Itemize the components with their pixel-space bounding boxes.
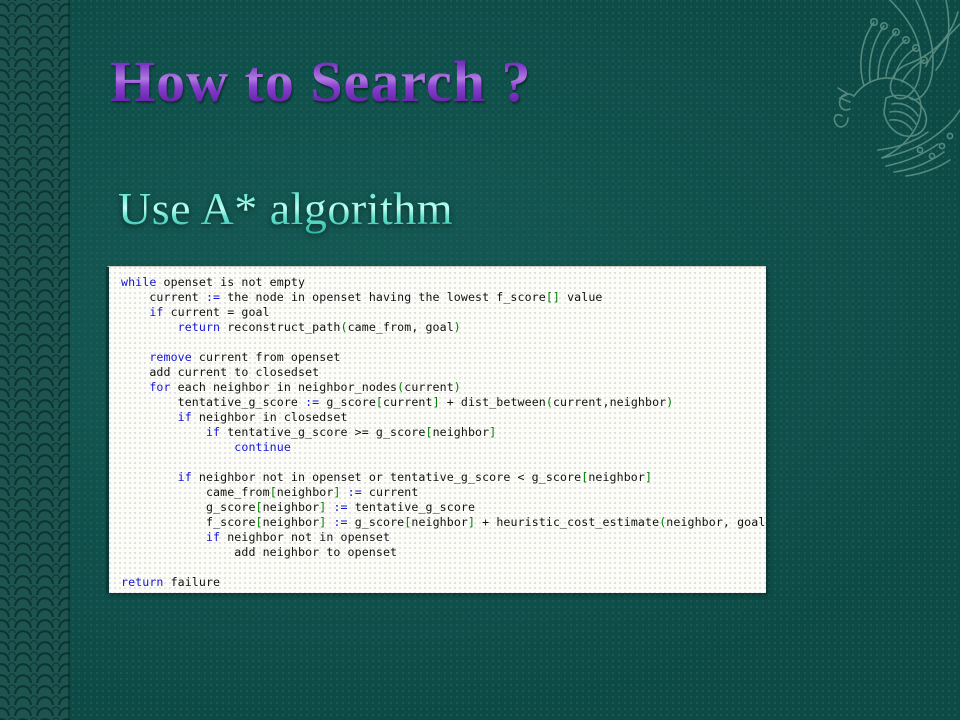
slide-title: How to Search ? — [110, 49, 532, 114]
code-token: if — [205, 425, 221, 439]
code-token: [ — [581, 470, 589, 484]
code-token: for — [149, 380, 171, 394]
code-token: [ — [269, 485, 277, 499]
code-token: ( — [397, 380, 405, 394]
code-token: ] — [489, 425, 497, 439]
code-token: := — [347, 485, 362, 499]
code-token: ( — [545, 395, 553, 409]
presentation-slide: How to Search ? Use A* algorithm while o… — [0, 0, 960, 720]
code-token: return — [177, 320, 221, 334]
code-token: ( — [659, 515, 667, 529]
pseudocode-block: while openset is not empty current := th… — [106, 266, 766, 593]
code-token: [ — [404, 515, 412, 529]
code-token: while — [121, 275, 157, 289]
code-token: := — [333, 515, 348, 529]
code-token: ] — [644, 470, 653, 484]
code-token: := — [333, 500, 348, 514]
pseudocode-text: while openset is not empty current := th… — [121, 275, 766, 590]
code-token: ) — [765, 515, 766, 529]
slide-subtitle: Use A* algorithm — [118, 183, 454, 234]
code-token: ] — [319, 500, 327, 514]
code-token: := — [205, 290, 221, 304]
code-token: ] — [319, 515, 327, 529]
code-token: ) — [453, 380, 461, 394]
peacock-floral-ornament — [833, 0, 960, 177]
code-token: ) — [666, 395, 674, 409]
code-token: remove — [149, 350, 192, 364]
code-token: ] — [333, 485, 341, 499]
code-token: [ — [255, 515, 263, 529]
code-token: return — [121, 575, 164, 589]
band-edge-divider — [68, 0, 70, 720]
code-token: if — [177, 410, 192, 424]
code-token: if — [149, 305, 164, 319]
left-decorative-band — [0, 0, 70, 720]
code-token: ] — [468, 515, 476, 529]
code-token: := — [305, 395, 320, 409]
code-token: [ — [375, 395, 383, 409]
code-token: [ — [255, 500, 263, 514]
code-token: [ — [425, 425, 433, 439]
scallop-pattern — [0, 0, 70, 720]
code-token: if — [177, 470, 192, 484]
code-token: continue — [234, 440, 291, 454]
code-token: ) — [453, 320, 461, 334]
code-token: if — [205, 530, 221, 544]
code-token: ] — [432, 395, 440, 409]
code-token: [] — [545, 290, 560, 304]
code-token: ( — [340, 320, 348, 334]
